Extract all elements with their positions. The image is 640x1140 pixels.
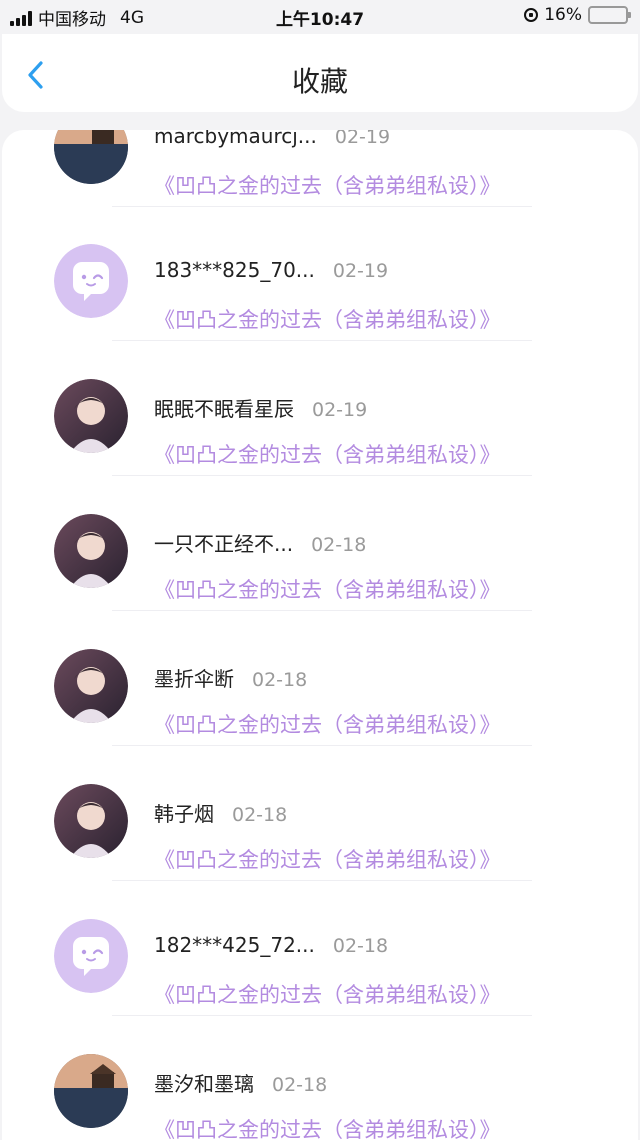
- item-date: 02-19: [332, 260, 389, 282]
- battery-icon: [588, 6, 631, 24]
- default-chat-avatar[interactable]: [54, 919, 128, 993]
- item-header: 韩子烟 02-18: [154, 798, 287, 827]
- user-name[interactable]: 183***825_70...: [154, 258, 315, 282]
- work-title-link[interactable]: 《凹凸之金的过去（含弟弟组私设）》: [154, 844, 501, 874]
- item-date: 02-18: [311, 534, 367, 556]
- favorites-list[interactable]: marcbymaurcj... 02-19 《凹凸之金的过去（含弟弟组私设）》 18…: [2, 130, 638, 1140]
- status-bar: 中国移动 4G 上午10:47 16%: [0, 0, 640, 32]
- work-title-link[interactable]: 《凹凸之金的过去（含弟弟组私设）》: [154, 979, 501, 1009]
- user-name[interactable]: 墨折伞断: [154, 663, 234, 692]
- list-item[interactable]: marcbymaurcj... 02-19 《凹凸之金的过去（含弟弟组私设）》: [2, 130, 638, 207]
- anime-avatar[interactable]: [54, 649, 128, 723]
- work-title-link[interactable]: 《凹凸之金的过去（含弟弟组私设）》: [154, 439, 501, 469]
- item-date: 02-18: [272, 1074, 328, 1096]
- default-chat-avatar[interactable]: [54, 244, 128, 318]
- list-item[interactable]: 韩子烟 02-18 《凹凸之金的过去（含弟弟组私设）》: [2, 746, 638, 881]
- item-date: 02-18: [232, 804, 288, 826]
- list-item[interactable]: 182***425_72... 02-18 《凹凸之金的过去（含弟弟组私设）》: [2, 881, 638, 1016]
- item-date: 02-18: [332, 935, 389, 957]
- page-title: 收藏: [291, 65, 348, 98]
- anime-avatar[interactable]: [54, 379, 128, 453]
- work-title-link[interactable]: 《凹凸之金的过去（含弟弟组私设）》: [154, 709, 501, 739]
- item-header: marcbymaurcj... 02-19: [154, 130, 390, 148]
- item-header: 眠眠不眠看星辰 02-19: [154, 393, 367, 422]
- anime-avatar[interactable]: [54, 784, 128, 858]
- rotation-lock-icon: [524, 8, 539, 22]
- list-item[interactable]: 183***825_70... 02-19 《凹凸之金的过去（含弟弟组私设）》: [2, 206, 638, 341]
- list-item[interactable]: 墨折伞断 02-18 《凹凸之金的过去（含弟弟组私设）》: [2, 611, 638, 746]
- user-name[interactable]: 眠眠不眠看星辰: [154, 393, 294, 422]
- item-date: 02-18: [252, 669, 308, 691]
- list-item[interactable]: 一只不正经不... 02-18 《凹凸之金的过去（含弟弟组私设）》: [2, 476, 638, 611]
- work-title-link[interactable]: 《凹凸之金的过去（含弟弟组私设）》: [154, 304, 501, 334]
- user-name[interactable]: 182***425_72...: [154, 933, 315, 957]
- anime-avatar[interactable]: [54, 514, 128, 588]
- item-date: 02-19: [334, 130, 391, 148]
- work-title-link[interactable]: 《凹凸之金的过去（含弟弟组私设）》: [154, 574, 501, 604]
- work-title-link[interactable]: 《凹凸之金的过去（含弟弟组私设）》: [154, 1114, 501, 1140]
- item-header: 墨汐和墨璃 02-18: [154, 1068, 327, 1097]
- list-item[interactable]: 墨汐和墨璃 02-18 《凹凸之金的过去（含弟弟组私设）》: [2, 1016, 638, 1140]
- item-header: 墨折伞断 02-18: [154, 663, 307, 692]
- user-name[interactable]: 墨汐和墨璃: [154, 1068, 254, 1097]
- nav-bar: 收藏: [2, 34, 638, 112]
- user-name[interactable]: marcbymaurcj...: [154, 130, 317, 148]
- item-date: 02-19: [312, 399, 368, 421]
- list-item[interactable]: 眠眠不眠看星辰 02-19 《凹凸之金的过去（含弟弟组私设）》: [2, 341, 638, 476]
- work-title-link[interactable]: 《凹凸之金的过去（含弟弟组私设）》: [154, 170, 501, 200]
- item-header: 182***425_72... 02-18: [154, 933, 388, 957]
- user-name[interactable]: 韩子烟: [154, 798, 214, 827]
- photo-avatar[interactable]: [54, 1054, 128, 1128]
- status-right: 16%: [524, 5, 631, 25]
- photo-avatar[interactable]: [54, 130, 128, 184]
- item-header: 183***825_70... 02-19: [154, 258, 388, 282]
- item-header: 一只不正经不... 02-18: [154, 528, 366, 557]
- battery-percent: 16%: [544, 5, 582, 25]
- user-name[interactable]: 一只不正经不...: [154, 528, 293, 557]
